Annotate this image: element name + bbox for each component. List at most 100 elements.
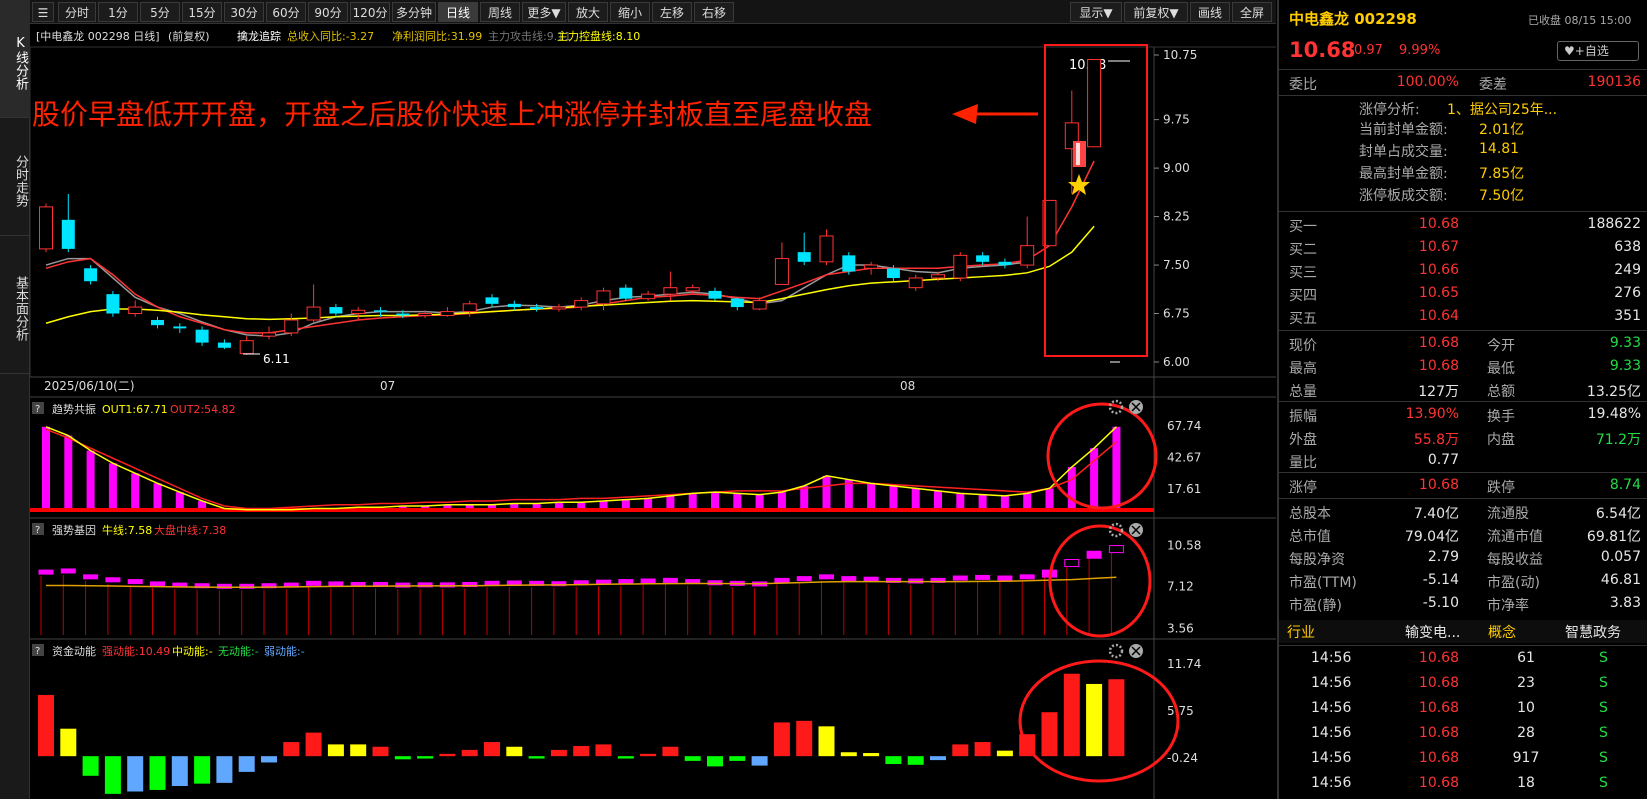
candle-body [976,255,990,262]
period-button-15[interactable]: 右移 [694,2,734,22]
toolbar-right-button-2[interactable]: 画线 [1190,2,1230,22]
bid-row[interactable]: 买二 10.67 638 [1279,237,1647,260]
bid-row[interactable]: 买四 10.65 276 [1279,283,1647,306]
period-button-9[interactable]: 日线 [438,2,478,22]
period-button-13[interactable]: 缩小 [610,2,650,22]
trade-side: S [1599,775,1608,791]
stat-row: 最高 10.68 最低 9.33 [1279,356,1647,379]
sub3-bar [216,756,233,783]
toolbar-right-button-1[interactable]: 前复权▼ [1124,2,1188,22]
bid-row[interactable]: 买一 10.68 188622 [1279,214,1647,237]
candle-body [106,294,120,314]
candle-body [284,319,299,334]
chart-canvas[interactable]: [中电鑫龙 002298 日线] (前复权) 擒龙追踪 总收入同比:-3.27 … [30,24,1276,799]
trade-side: S [1599,750,1608,766]
sub2-box [774,577,790,583]
chart-area[interactable]: [中电鑫龙 002298 日线] (前复权) 擒龙追踪 总收入同比:-3.27 … [30,24,1276,799]
period-button-0[interactable]: 分时 [58,2,96,22]
bid-price: 10.65 [1418,285,1459,301]
stat-row: 总量 127万 总额 13.25亿 [1279,379,1647,402]
candle-body [596,290,611,305]
toolbar-right-button-3[interactable]: 全屏 [1232,2,1272,22]
candle-body [998,261,1012,266]
quote-panel: 中电鑫龙 002298 已收盘 08/15 15:00 10.68 0.97 9… [1277,0,1647,799]
add-favorite-button[interactable]: ♥+自选 [1557,41,1639,61]
trade-side: S [1599,650,1608,666]
period-button-4[interactable]: 30分 [224,2,264,22]
vertical-tab-bar: K线分析 分时走势 基本面分析 [0,0,30,799]
period-button-2[interactable]: 5分 [140,2,180,22]
period-button-3[interactable]: 15分 [182,2,222,22]
bid-row[interactable]: 买三 10.66 249 [1279,260,1647,283]
sub1-bar [1067,467,1076,511]
sub2-name: 强势基因 [52,524,96,537]
sub3-bar [484,742,500,757]
sub3-bar [261,756,277,763]
sub3-bar [729,756,746,761]
tab-fundamentals[interactable]: 基本面分析 [0,236,30,374]
seal-info-label: 封单占成交量: [1359,144,1448,160]
gear-icon[interactable] [1108,643,1124,659]
bid-price: 10.66 [1418,262,1459,278]
bid-row[interactable]: 买五 10.64 351 [1279,306,1647,329]
trade-time: 14:56 [1311,725,1352,741]
candle-body [61,219,75,249]
industry-row[interactable]: 行业 输变电... 概念 智慧政务 [1279,620,1647,643]
sub3-bar [996,750,1013,757]
trade-row: 14:56 10.68 18 S [1279,773,1647,796]
stat-label: 流通市值 [1487,529,1543,545]
stat-label: 市盈(静) [1289,598,1342,614]
sub3-bar [573,745,590,757]
toolbar-right-button-0[interactable]: 显示▼ [1070,2,1122,22]
price-tick-label: 7.50 [1163,258,1190,272]
sub2-tick-label: 3.56 [1167,621,1194,635]
menu-icon[interactable]: ☰ [32,2,54,22]
sub1-tick-label: 42.67 [1167,450,1201,464]
tab-intraday[interactable]: 分时走势 [0,118,30,236]
candle-body [396,313,410,316]
sub1-out1: OUT1:67.71 [102,403,168,416]
period-button-1[interactable]: 1分 [98,2,138,22]
candle-body [462,303,477,313]
period-button-6[interactable]: 90分 [308,2,348,22]
candle-body [864,264,879,269]
sub3-weak: 弱动能:- [264,644,305,658]
candle-body [819,235,834,263]
candle-body [329,307,343,314]
sub1-bar [108,463,117,511]
tab-kline-analysis[interactable]: K线分析 [0,0,30,118]
trade-row: 14:56 10.68 917 S [1279,748,1647,771]
bid-price: 10.68 [1418,216,1459,232]
sub3-bar [640,753,657,757]
candle-body [374,310,387,312]
period-button-7[interactable]: 120分 [350,2,390,22]
sub2-box [640,578,656,584]
stat-label: 外盘 [1289,432,1317,448]
stat-label: 最高 [1289,361,1317,377]
stat-value: 69.81亿 [1586,529,1641,545]
stock-name[interactable]: 中电鑫龙 002298 [1289,8,1417,29]
sub3-bar [930,756,946,761]
sub3-bar [595,744,612,757]
toolbar: ☰ 分时 1分 5分 15分 30分 60分 90分 120分 多分钟 日线 周线 更多▼ 放大 缩小 左移… [30,0,1276,24]
period-button-12[interactable]: 放大 [568,2,608,22]
sub3-bar [149,756,166,790]
sub1-bar [64,435,73,511]
sub3-bar [327,744,344,757]
candle-body [262,332,276,337]
candle-body [128,306,143,315]
stat-value: 9.33 [1609,358,1641,374]
stat-label: 跌停 [1487,480,1515,496]
sub2-box [328,581,344,587]
stat-label: 每股净资 [1289,552,1345,568]
stat-label: 总额 [1487,384,1515,400]
period-button-5[interactable]: 60分 [266,2,306,22]
period-button-10[interactable]: 周线 [480,2,520,22]
sub3-bar [1041,712,1058,757]
bid-level-label: 买四 [1289,288,1317,304]
period-button-11[interactable]: 更多▼ [522,2,566,22]
period-button-14[interactable]: 左移 [652,2,692,22]
sub3-bar [461,749,478,757]
period-button-8[interactable]: 多分钟 [392,2,436,22]
bid-level-label: 买二 [1289,242,1317,258]
